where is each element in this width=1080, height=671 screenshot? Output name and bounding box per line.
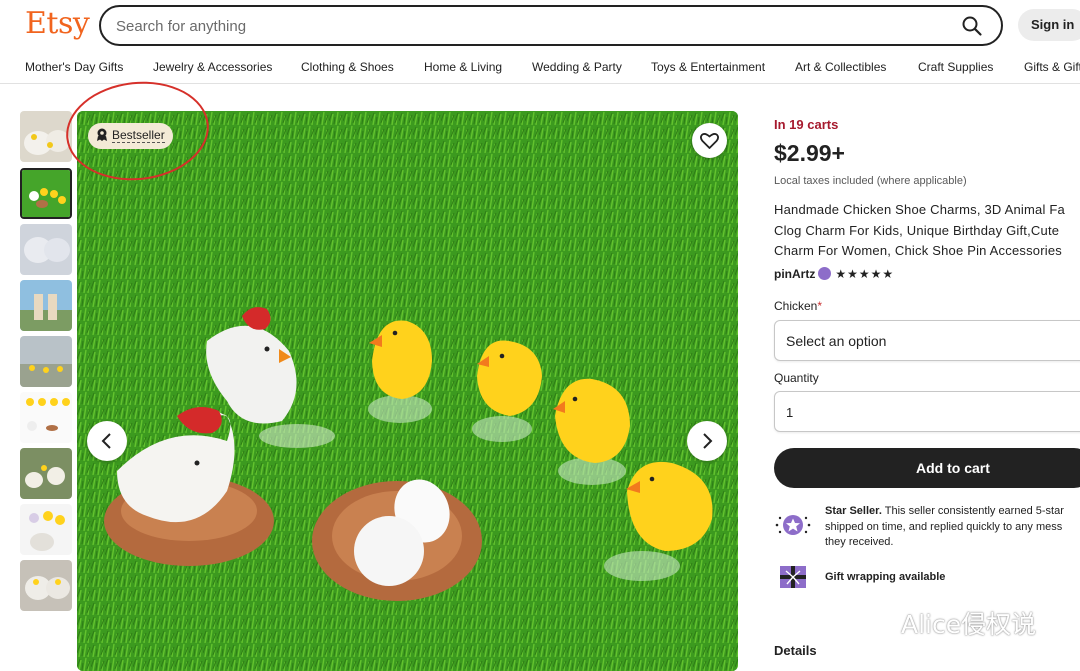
quantity-value: 1 [786, 405, 794, 420]
product-title: Handmade Chicken Shoe Charms, 3D Animal … [774, 200, 1080, 262]
add-to-cart-button[interactable]: Add to cart [774, 448, 1080, 488]
nav-item-mothers-day[interactable]: Mother's Day Gifts [25, 60, 123, 74]
product-title-line: Handmade Chicken Shoe Charms, 3D Animal … [774, 202, 1065, 217]
product-title-line: Clog Charm For Kids, Unique Birthday Gif… [774, 222, 1060, 238]
nav-item-home[interactable]: Home & Living [424, 60, 502, 74]
shop-name-link[interactable]: pinArtz [774, 267, 815, 281]
tax-note: Local taxes included (where applicable) [774, 175, 967, 187]
search-input[interactable] [116, 15, 936, 37]
details-heading[interactable]: Details [774, 643, 817, 658]
thumbnail[interactable] [20, 280, 72, 331]
thumbnail[interactable] [20, 224, 72, 275]
required-mark: * [817, 299, 823, 313]
nav-item-art[interactable]: Art & Collectibles [795, 60, 886, 74]
heart-icon [699, 133, 720, 149]
watermark: Alice侵权说 [855, 605, 1036, 641]
star-seller-line: This seller consistently earned 5-star [881, 505, 1064, 517]
next-image-button[interactable] [687, 421, 727, 461]
thumbnail[interactable] [20, 168, 72, 219]
star-seller-text: Star Seller. This seller consistently ea… [825, 504, 1064, 551]
option-label: Chicken* [774, 299, 822, 313]
search-icon[interactable] [961, 15, 983, 37]
favorite-button[interactable] [692, 123, 727, 158]
shop-info: pinArtz ★★★★★ [774, 267, 894, 281]
option-label-text: Chicken [774, 299, 818, 313]
nav-item-wedding[interactable]: Wedding & Party [532, 60, 622, 74]
nav-item-jewelry[interactable]: Jewelry & Accessories [153, 60, 272, 74]
quantity-select[interactable]: 1 [774, 391, 1080, 432]
header: Etsy Sign in [0, 0, 1080, 52]
star-seller-icon [818, 267, 832, 280]
price: $2.99+ [774, 140, 845, 166]
thumbnail[interactable] [20, 336, 72, 387]
search-bar[interactable] [99, 5, 1003, 46]
main-product-image[interactable]: Bestseller [77, 111, 738, 671]
thumbnail[interactable] [20, 560, 72, 611]
in-carts-notice: In 19 carts [774, 117, 839, 132]
chevron-left-icon [101, 433, 111, 449]
gift-wrap-text: Gift wrapping available [825, 571, 946, 583]
star-seller-line: they received. [825, 536, 894, 548]
gift-icon [780, 566, 806, 588]
thumbnail[interactable] [20, 392, 72, 443]
star-seller-title: Star Seller. [825, 505, 882, 517]
rating-stars[interactable]: ★★★★★ [835, 267, 894, 281]
option-select[interactable]: Select an option [774, 320, 1080, 361]
star-seller-line: shipped on time, and replied quickly to … [825, 520, 1063, 533]
previous-image-button[interactable] [87, 421, 127, 461]
quantity-label: Quantity [774, 371, 819, 385]
thumbnail[interactable] [20, 448, 72, 499]
product-photo [77, 111, 738, 671]
star-seller-badge-icon [775, 515, 811, 535]
category-nav: Mother's Day Gifts Jewelry & Accessories… [0, 52, 1080, 84]
etsy-logo[interactable]: Etsy [25, 6, 90, 41]
thumbnail[interactable] [20, 504, 72, 555]
sign-in-button[interactable]: Sign in [1018, 9, 1080, 41]
nav-item-toys[interactable]: Toys & Entertainment [651, 60, 765, 74]
thumbnail[interactable] [20, 111, 72, 162]
option-select-value: Select an option [786, 333, 887, 349]
nav-item-gifts[interactable]: Gifts & Gift Cards [1024, 60, 1080, 74]
chevron-right-icon [703, 433, 713, 449]
nav-item-craft[interactable]: Craft Supplies [918, 60, 993, 74]
nav-item-clothing[interactable]: Clothing & Shoes [301, 60, 394, 74]
watermark-text: Alice侵权说 [901, 610, 1037, 639]
wechat-icon [856, 610, 893, 638]
product-title-line: Charm For Women, Chick Shoe Pin Accessor… [774, 243, 1062, 258]
